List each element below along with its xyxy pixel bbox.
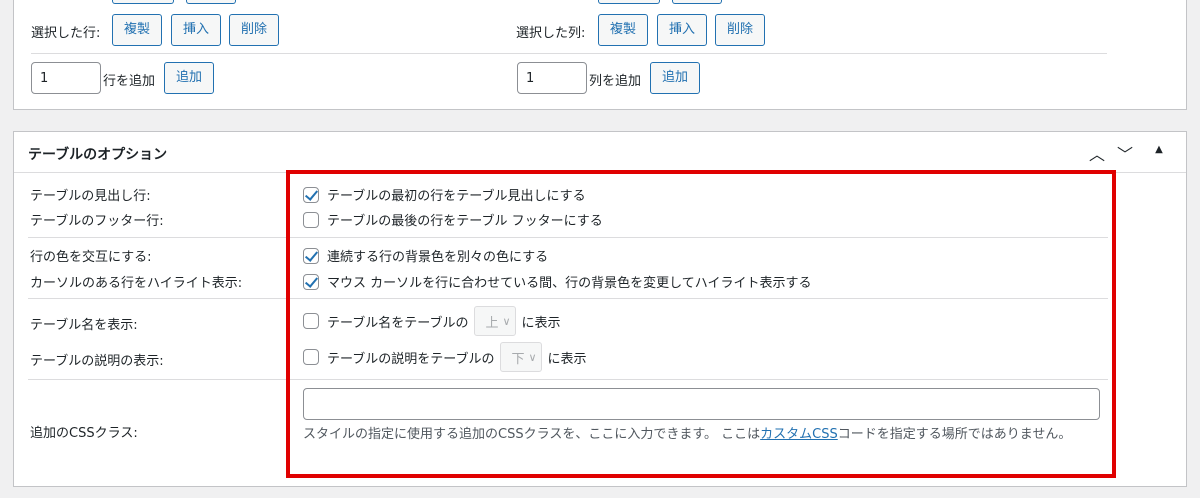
insert-col-button[interactable]: 挿入 — [657, 14, 708, 46]
delete-row-button[interactable]: 削除 — [229, 14, 280, 46]
alternating-colors-text: 連続する行の背景色を別々の色にする — [327, 250, 549, 265]
add-cols-label: 列を追加 — [589, 74, 642, 89]
header-divider — [14, 172, 1186, 173]
alternating-colors-label: 行の色を交互にする: — [30, 250, 152, 265]
add-cols-count-input[interactable] — [517, 62, 587, 94]
print-name-position-value: 上 — [485, 315, 499, 331]
partial-button-stub — [598, 0, 660, 4]
alternating-colors-checkbox[interactable] — [303, 247, 319, 264]
extra-css-classes-label: 追加のCSSクラス: — [30, 426, 138, 441]
row-hover-checkbox[interactable] — [303, 273, 319, 290]
chevron-down-icon: ∨ — [528, 350, 537, 364]
partial-button-stub — [186, 0, 236, 4]
footer-row-label: テーブルのフッター行: — [30, 214, 164, 229]
print-description-position-value: 下 — [511, 351, 525, 367]
help-text-after: コードを指定する場所ではありません。 — [837, 427, 1072, 442]
print-name-text-after: に表示 — [521, 315, 561, 331]
collapse-toggle-icon[interactable]: ▲ — [1147, 144, 1171, 155]
partial-button-stub — [672, 0, 722, 4]
header-row-label: テーブルの見出し行: — [30, 189, 151, 204]
print-name-option: テーブル名をテーブルの 上 ∨ に表示 — [303, 306, 561, 336]
delete-col-button[interactable]: 削除 — [715, 14, 766, 46]
insert-row-button[interactable]: 挿入 — [171, 14, 222, 46]
footer-row-checkbox[interactable] — [303, 211, 319, 228]
print-description-text-before: テーブルの説明をテーブルの — [327, 351, 495, 367]
divider — [28, 298, 1108, 299]
chevron-down-icon[interactable]: ﹀ — [1113, 141, 1137, 165]
add-rows-button[interactable]: 追加 — [164, 62, 215, 94]
divider — [28, 237, 1108, 238]
print-name-text-before: テーブル名をテーブルの — [327, 315, 469, 331]
custom-css-link[interactable]: カスタムCSS — [760, 427, 838, 442]
divider — [28, 379, 1108, 380]
row-hover-option[interactable]: マウス カーソルを行に合わせている間、行の背景色を変更してハイライト表示する — [303, 272, 811, 291]
header-row-checkbox[interactable] — [303, 186, 319, 203]
help-text-before: スタイルの指定に使用する追加のCSSクラスを、ここに入力できます。 ここは — [303, 427, 761, 442]
add-cols-button[interactable]: 追加 — [650, 62, 701, 94]
print-description-checkbox[interactable] — [303, 349, 319, 365]
alternating-colors-option[interactable]: 連続する行の背景色を別々の色にする — [303, 246, 548, 265]
print-description-text-after: に表示 — [547, 351, 587, 367]
print-description-option: テーブルの説明をテーブルの 下 ∨ に表示 — [303, 342, 587, 372]
footer-row-text: テーブルの最後の行をテーブル フッターにする — [327, 214, 603, 229]
header-row-text: テーブルの最初の行をテーブル見出しにする — [327, 189, 586, 204]
row-hover-text: マウス カーソルを行に合わせている間、行の背景色を変更してハイライト表示する — [327, 276, 812, 291]
table-options-panel: テーブルのオプション ︿ ﹀ ▲ テーブルの見出し行: テーブルの最初の行をテー… — [13, 131, 1187, 487]
print-description-position-select[interactable]: 下 ∨ — [500, 342, 542, 372]
duplicate-row-button[interactable]: 複製 — [112, 14, 163, 46]
divider — [31, 53, 1107, 54]
print-name-position-select[interactable]: 上 ∨ — [474, 306, 516, 336]
add-rows-label: 行を追加 — [103, 74, 156, 89]
chevron-up-icon[interactable]: ︿ — [1085, 141, 1109, 165]
print-description-label: テーブルの説明の表示: — [30, 354, 164, 369]
partial-button-stub — [112, 0, 174, 4]
duplicate-col-button[interactable]: 複製 — [598, 14, 649, 46]
extra-css-classes-help: スタイルの指定に使用する追加のCSSクラスを、ここに入力できます。 ここはカスタ… — [303, 425, 1113, 445]
add-rows-count-input[interactable] — [31, 62, 101, 94]
selected-cols-label: 選択した列: — [516, 26, 586, 41]
chevron-down-icon: ∨ — [502, 314, 511, 328]
header-row-option[interactable]: テーブルの最初の行をテーブル見出しにする — [303, 185, 586, 204]
selected-rows-label: 選択した行: — [31, 26, 101, 41]
panel-title: テーブルのオプション — [28, 147, 168, 163]
print-name-checkbox[interactable] — [303, 313, 319, 329]
print-name-label: テーブル名を表示: — [30, 318, 138, 333]
row-hover-label: カーソルのある行をハイライト表示: — [30, 276, 243, 291]
footer-row-option[interactable]: テーブルの最後の行をテーブル フッターにする — [303, 210, 603, 229]
extra-css-classes-input[interactable] — [303, 388, 1100, 420]
table-manipulation-panel: 選択した行: 複製 挿入 削除 選択した列: 複製 挿入 削除 行を追加 追加 … — [13, 0, 1187, 110]
